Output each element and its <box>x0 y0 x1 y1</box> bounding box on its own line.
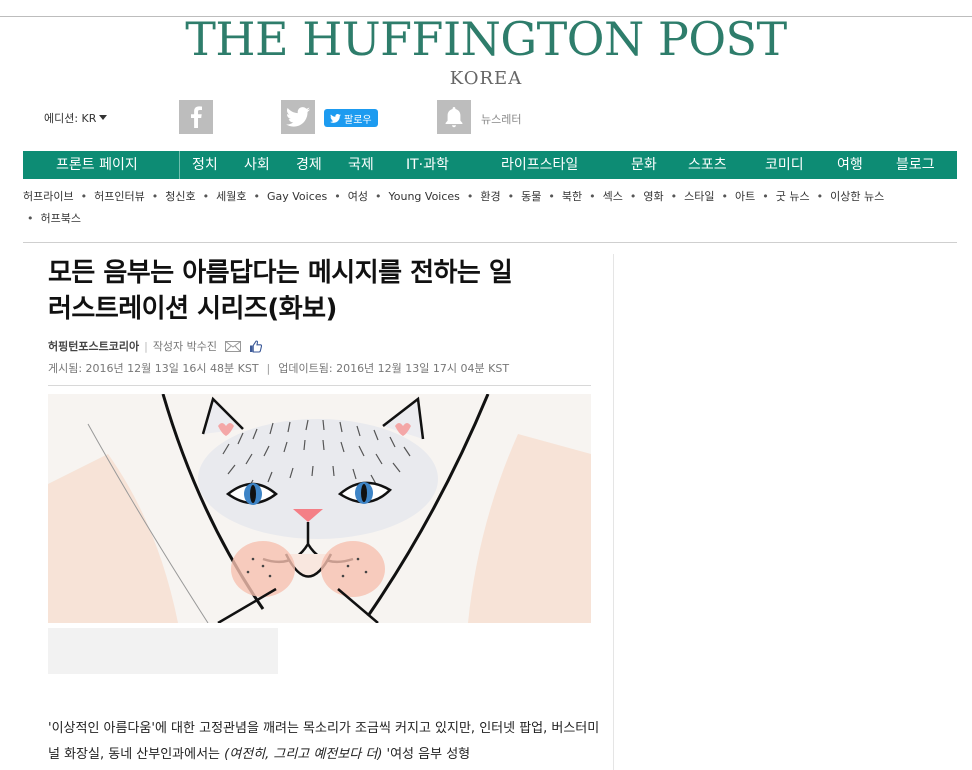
masthead: THE HUFFINGTON POST KOREA <box>0 12 972 89</box>
posted-date: 게시됨: 2016년 12월 13일 16시 48분 KST <box>48 362 259 375</box>
subnav-dot: • <box>253 190 260 203</box>
subnav-dot: • <box>27 212 34 225</box>
nav-sports[interactable]: 스포츠 <box>688 151 727 179</box>
body-text-part-2: '여성 음부 성형 <box>382 747 471 762</box>
subnav-dot: • <box>375 190 382 203</box>
caret-down-icon <box>99 115 108 120</box>
subnav-dot: • <box>507 190 515 203</box>
subnav-dot: • <box>589 190 596 203</box>
nav-front-page[interactable]: 프론트 페이지 <box>56 151 138 179</box>
headline-line-1: 모든 음부는 아름답다는 메시지를 전하는 일 <box>48 258 513 288</box>
nav-economy[interactable]: 경제 <box>296 151 322 179</box>
subnav-item[interactable]: Young Voices <box>389 190 460 203</box>
subnav-dot: • <box>721 190 729 203</box>
subnav-item[interactable]: 허프북스 <box>41 212 81 225</box>
subnav-dot: • <box>334 190 341 203</box>
subnav-item[interactable]: 북한 <box>562 190 582 203</box>
sub-nav: 허프라이브 • 허프인터뷰 • 청신호 • 세월호 • Gay Voices • 여성 • Young … <box>23 186 957 230</box>
subnav-dot: • <box>629 190 637 203</box>
subnav-item[interactable]: 환경 <box>480 190 500 203</box>
nav-travel[interactable]: 여행 <box>837 151 863 179</box>
nav-it-science[interactable]: IT·과학 <box>406 151 449 179</box>
bell-icon <box>445 107 463 128</box>
email-icon[interactable] <box>225 340 242 352</box>
date-separator: | <box>266 362 271 375</box>
newsletter-button[interactable] <box>437 100 471 134</box>
twitter-bird-icon <box>330 113 341 123</box>
subnav-dot: • <box>466 190 474 203</box>
edition-selector[interactable]: 에디션: KR <box>44 110 108 126</box>
byline-separator: | <box>144 339 148 353</box>
subnav-item[interactable]: Gay Voices <box>267 190 327 203</box>
subnav-dot: • <box>548 190 555 203</box>
subnav-dot: • <box>80 190 88 203</box>
article-headline: 모든 음부는 아름답다는 메시지를 전하는 일 러스트레이션 시리즈(화보) <box>48 255 608 327</box>
nav-separator <box>179 151 180 179</box>
cat-illustration <box>48 394 591 623</box>
site-logo[interactable]: THE HUFFINGTON POST <box>0 12 972 66</box>
nav-world[interactable]: 국제 <box>348 151 374 179</box>
subnav-dot: • <box>816 190 824 203</box>
byline: 허핑턴포스트코리아 | 작성자 박수진 <box>48 338 263 354</box>
nav-society[interactable]: 사회 <box>244 151 270 179</box>
subnav-dot: • <box>151 190 159 203</box>
subnav-item[interactable]: 청신호 <box>165 190 195 203</box>
nav-politics[interactable]: 정치 <box>192 151 218 179</box>
edition-name: KOREA <box>449 68 523 89</box>
subnav-item[interactable]: 아트 <box>735 190 755 203</box>
facebook-button[interactable] <box>179 100 213 134</box>
twitter-follow-button[interactable]: 팔로우 <box>324 109 378 127</box>
subnav-item[interactable]: 굿 뉴스 <box>776 190 810 203</box>
updated-date: 업데이트됨: 2016년 12월 13일 17시 04분 KST <box>278 362 510 375</box>
subnav-item[interactable]: 여성 <box>348 190 368 203</box>
image-shadow <box>48 628 278 674</box>
body-text-emphasis: (여전히, 그리고 예전보다 더) <box>224 747 383 762</box>
subnav-dot: • <box>202 190 210 203</box>
byline-organization[interactable]: 허핑턴포스트코리아 <box>48 338 139 354</box>
nav-comedy[interactable]: 코미디 <box>765 151 804 179</box>
byline-divider <box>48 385 591 386</box>
byline-author: 작성자 박수진 <box>152 340 218 353</box>
column-divider <box>613 254 614 770</box>
newsletter-link[interactable]: 뉴스레터 <box>481 111 521 127</box>
hero-illustration <box>48 394 591 623</box>
subnav-dot: • <box>670 190 678 203</box>
subnav-dot: • <box>762 190 769 203</box>
nav-culture[interactable]: 문화 <box>631 151 657 179</box>
nav-blog[interactable]: 블로그 <box>896 151 935 179</box>
subnav-item[interactable]: 허프라이브 <box>23 190 74 203</box>
section-divider <box>23 242 957 243</box>
twitter-icon <box>286 107 310 127</box>
headline-line-2: 러스트레이션 시리즈(화보) <box>48 294 337 324</box>
subnav-item[interactable]: 섹스 <box>603 190 623 203</box>
subnav-item[interactable]: 세월호 <box>216 190 246 203</box>
subnav-item[interactable]: 스타일 <box>684 190 714 203</box>
article-body: '이상적인 아름다움'에 대한 고정관념을 깨려는 목소리가 조금씩 커지고 있… <box>48 716 600 768</box>
subnav-item[interactable]: 허프인터뷰 <box>94 190 145 203</box>
edition-label: 에디션: KR <box>44 112 97 125</box>
twitter-button[interactable] <box>281 100 315 134</box>
main-nav: 프론트 페이지 정치 사회 경제 국제 IT·과학 라이프스타일 문화 스포츠 … <box>23 151 957 179</box>
subnav-item[interactable]: 이상한 뉴스 <box>830 190 884 203</box>
nav-lifestyle[interactable]: 라이프스타일 <box>501 151 578 179</box>
facebook-icon <box>191 106 202 128</box>
like-icon[interactable] <box>249 340 263 353</box>
subnav-item[interactable]: 동물 <box>521 190 541 203</box>
article-dates: 게시됨: 2016년 12월 13일 16시 48분 KST | 업데이트됨: 20… <box>48 360 509 376</box>
follow-label: 팔로우 <box>344 114 372 126</box>
subnav-item[interactable]: 영화 <box>643 190 663 203</box>
